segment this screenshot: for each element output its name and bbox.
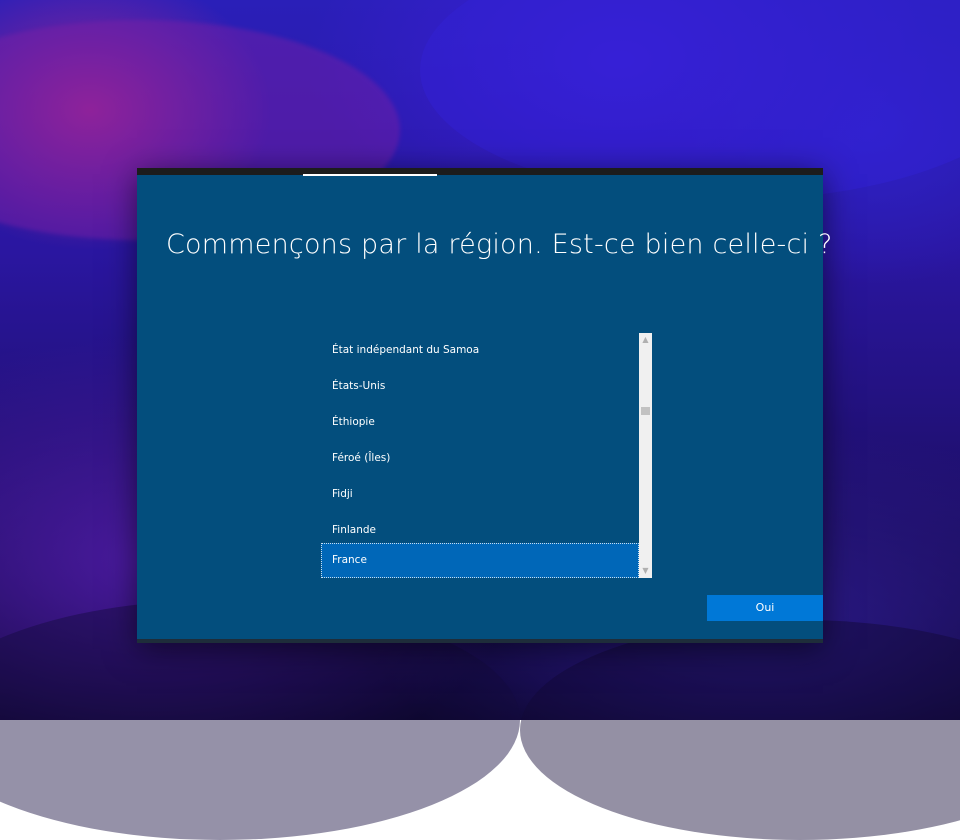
progress-indicator	[303, 174, 437, 176]
region-list[interactable]: État indépendant du Samoa États-Unis Éth…	[321, 333, 652, 579]
region-list-item[interactable]: Fidji	[321, 477, 639, 512]
yes-button[interactable]: Oui	[707, 595, 823, 621]
region-list-item[interactable]: État indépendant du Samoa	[321, 333, 639, 368]
wallpaper-wave	[520, 620, 960, 840]
page-title: Commençons par la région. Est-ce bien ce…	[166, 229, 833, 260]
region-list-item[interactable]: États-Unis	[321, 369, 639, 404]
chevron-up-icon[interactable]: ▲	[639, 333, 652, 347]
region-list-item-selected[interactable]: France	[321, 543, 639, 578]
window-bottom-strip	[137, 639, 823, 643]
region-list-scrollbar[interactable]: ▲ ▼	[639, 333, 652, 578]
region-list-item[interactable]: Féroé (Îles)	[321, 441, 639, 476]
oobe-setup-window: Commençons par la région. Est-ce bien ce…	[137, 168, 833, 643]
chevron-down-icon[interactable]: ▼	[639, 564, 652, 578]
window-top-strip	[137, 168, 823, 175]
region-list-item[interactable]: Éthiopie	[321, 405, 639, 440]
scrollbar-thumb[interactable]	[641, 407, 650, 415]
